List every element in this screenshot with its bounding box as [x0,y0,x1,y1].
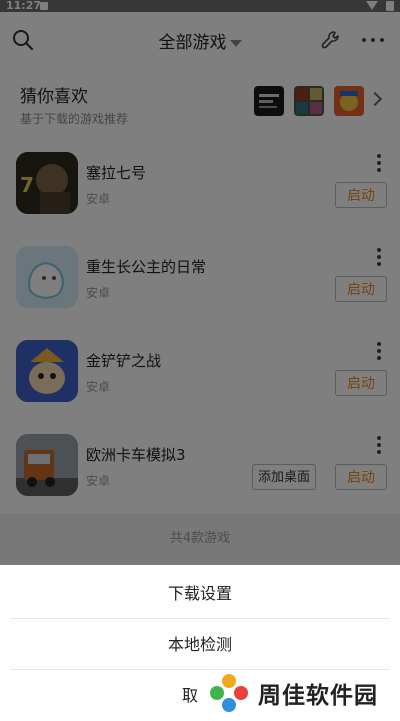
watermark-text: 周佳软件园 [258,683,378,709]
sheet-item-download-settings[interactable]: 下载设置 [0,569,400,619]
modal-overlay[interactable] [0,0,400,565]
watermark: 周佳软件园 [206,670,400,714]
sheet-item-local-detect[interactable]: 本地检测 [0,620,400,670]
watermark-logo-icon [210,674,248,712]
divider [10,618,390,619]
